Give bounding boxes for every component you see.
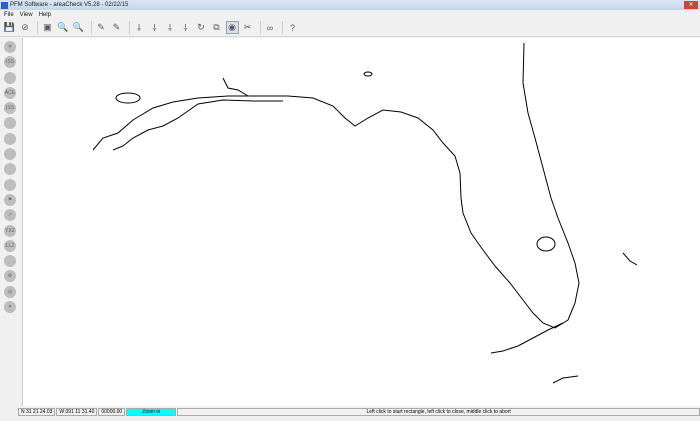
circle-icon[interactable] xyxy=(4,148,16,161)
point-add-icon[interactable]: ⸸ xyxy=(148,21,161,34)
circle-icon[interactable] xyxy=(4,255,16,268)
coastline xyxy=(92,42,580,329)
zoom-out-icon[interactable]: 🔍 xyxy=(72,21,85,34)
circle-icon[interactable] xyxy=(4,132,16,145)
toolbar-separator xyxy=(37,21,38,34)
circle-icon[interactable] xyxy=(4,178,16,191)
globe-icon[interactable]: ◉ xyxy=(225,21,239,34)
menu-file[interactable]: File xyxy=(4,12,14,18)
zoom-in-icon[interactable]: 🔍 xyxy=(57,21,70,34)
menu-view[interactable]: View xyxy=(20,12,33,18)
rectangles-icon[interactable]: ⧉ xyxy=(210,21,223,34)
link-icon[interactable]: ∞ xyxy=(264,21,277,34)
pencil-icon[interactable]: ✎ xyxy=(95,21,108,34)
status-bar: N 31 21 24.03 W 091 11 31.40 00000.00 Zo… xyxy=(18,408,700,416)
panhandle-islands xyxy=(112,99,283,151)
yxz-icon[interactable]: YXZ xyxy=(4,224,16,237)
menu-help[interactable]: Help xyxy=(39,12,51,18)
left-toolbar: ✕ ISS ACE ISS ⚑ ↗ YXZ LLZ ⚙ ◎ ✦ xyxy=(0,38,20,406)
status-value: 00000.00 xyxy=(98,408,126,416)
no-entry-icon[interactable]: ⊘ xyxy=(19,21,32,34)
status-message: Left click to start rectangle, left clic… xyxy=(177,408,700,416)
lake xyxy=(363,71,373,77)
arrow-icon[interactable]: ↗ xyxy=(4,209,16,222)
status-latitude: N 31 21 24.03 xyxy=(18,408,56,416)
map-canvas[interactable] xyxy=(22,38,700,406)
menu-bar: File View Help xyxy=(0,10,700,19)
title-bar: PFM Software - areaCheck V5.28 - 02/22/1… xyxy=(0,0,700,10)
star-icon[interactable]: ✦ xyxy=(4,301,16,314)
toolbar-separator xyxy=(259,21,261,34)
keys xyxy=(490,322,564,354)
coastline-map xyxy=(92,42,638,384)
circle-icon[interactable] xyxy=(4,71,16,84)
inland-line xyxy=(222,77,249,97)
point-delete-icon[interactable]: ⸸ xyxy=(179,21,192,34)
toolbar-separator xyxy=(282,21,283,34)
status-longitude: W 091 11 31.40 xyxy=(56,408,98,416)
iss60-2-icon[interactable]: ISS xyxy=(4,102,16,115)
status-mode: Zoom in xyxy=(126,408,177,416)
close-circle-icon[interactable]: ✕ xyxy=(4,41,16,53)
target-icon[interactable]: ◎ xyxy=(4,285,16,298)
toolbar-separator xyxy=(90,21,92,34)
whats-this-help-icon[interactable]: ? xyxy=(286,21,299,34)
save-icon[interactable]: 💾 xyxy=(3,21,16,34)
rotate-icon[interactable]: ↻ xyxy=(195,21,208,34)
islands-south xyxy=(552,375,579,384)
lake xyxy=(115,92,141,104)
flag-icon[interactable]: ⚑ xyxy=(4,193,16,206)
toolbar-separator xyxy=(128,21,130,34)
point-icon[interactable]: ⸸ xyxy=(133,21,146,34)
close-button[interactable]: ✕ xyxy=(684,1,698,9)
lake-okeechobee xyxy=(536,236,556,252)
tools-icon[interactable]: ✂ xyxy=(241,21,254,34)
ace-icon[interactable]: ACE xyxy=(4,86,16,99)
llz-icon[interactable]: LLZ xyxy=(4,239,16,252)
point-move-icon[interactable]: ⸸ xyxy=(164,21,177,34)
window-title: PFM Software - areaCheck V5.28 - 02/22/1… xyxy=(10,2,129,8)
app-icon xyxy=(1,1,8,9)
circle-icon[interactable] xyxy=(4,117,16,130)
pencil-delete-icon[interactable]: ✎ xyxy=(110,21,123,34)
circle-icon[interactable] xyxy=(4,163,16,176)
briefcase-icon[interactable]: ▣ xyxy=(41,21,54,34)
gear-icon[interactable]: ⚙ xyxy=(4,270,16,283)
islands-east xyxy=(622,252,638,266)
iss60-icon[interactable]: ISS xyxy=(4,56,16,69)
main-toolbar: 💾 ⊘ ▣ 🔍 🔍 ✎ ✎ ⸸ ⸸ ⸸ ⸸ ↻ ⧉ ◉ ✂ ∞? xyxy=(0,19,700,37)
